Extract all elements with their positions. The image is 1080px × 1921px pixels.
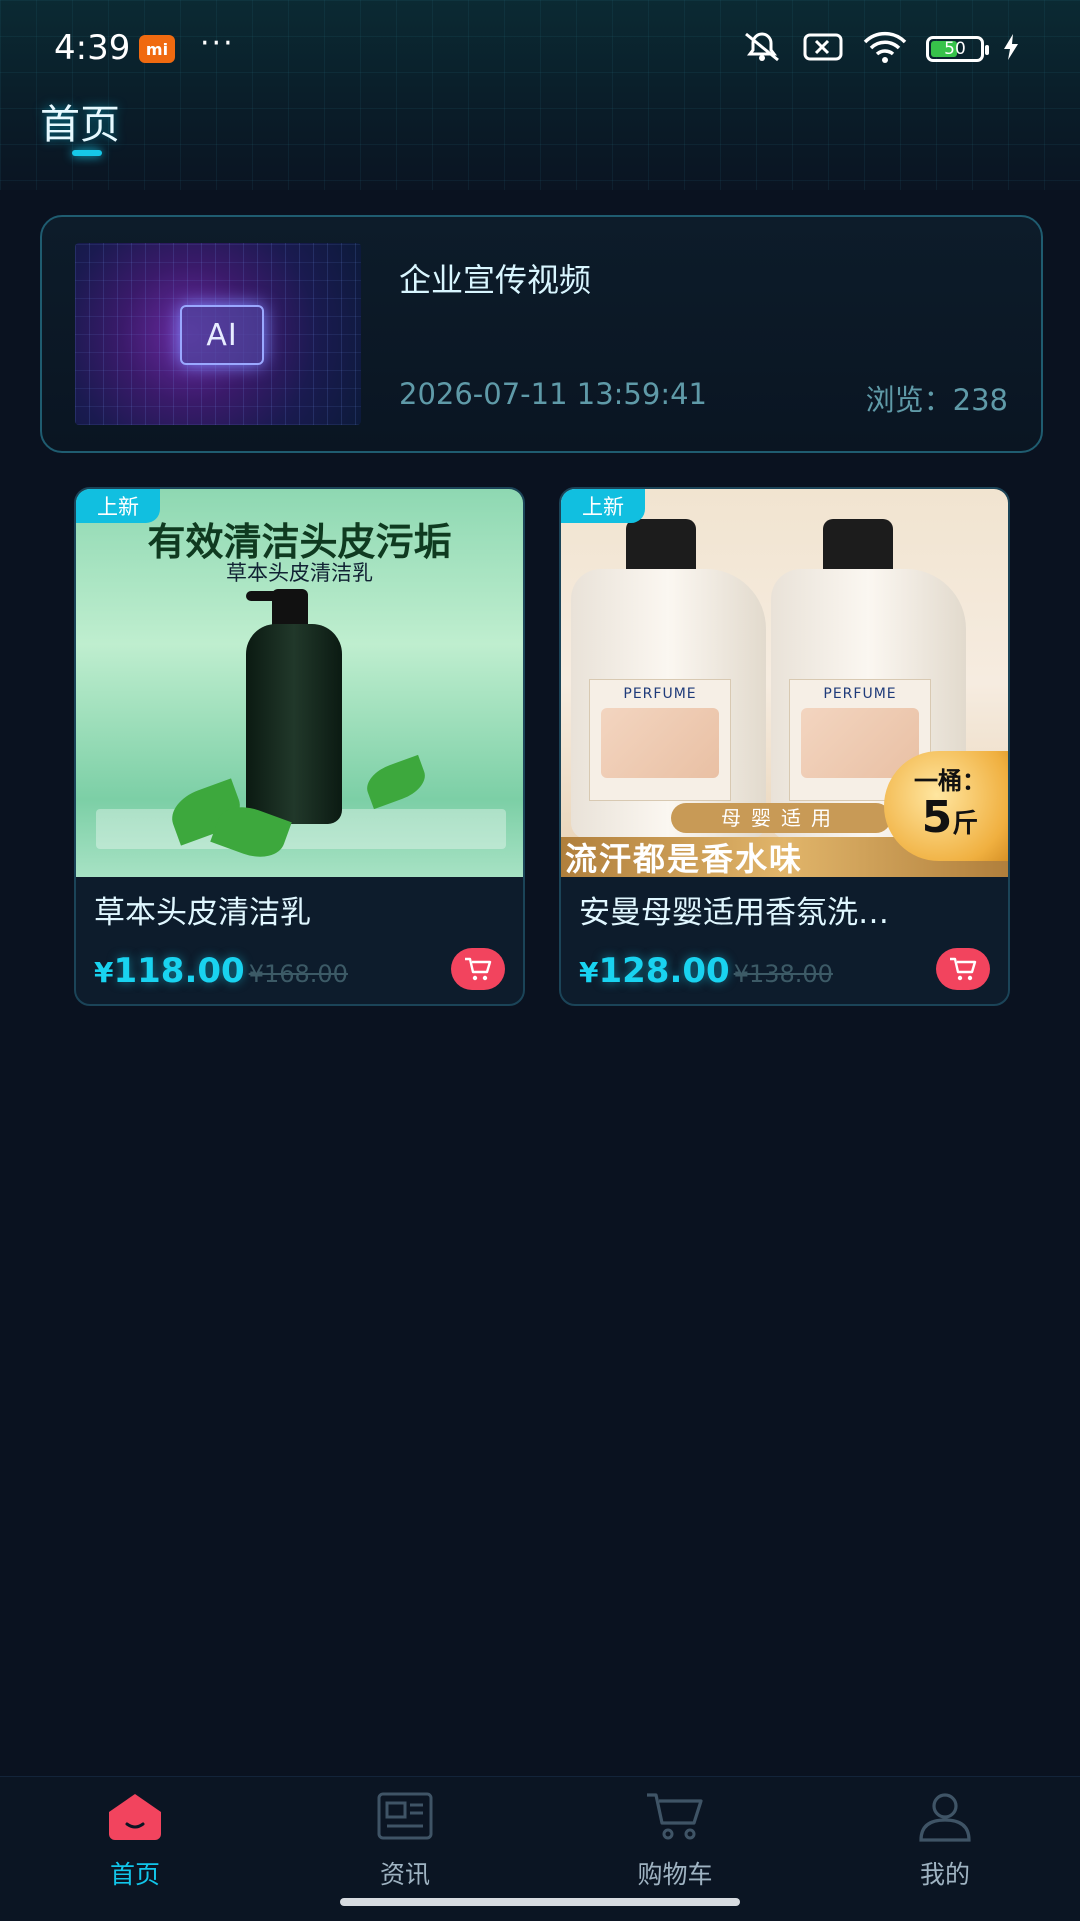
wifi-icon — [862, 30, 908, 68]
profile-icon — [914, 1787, 976, 1845]
news-icon — [374, 1787, 436, 1845]
cart-icon — [644, 1787, 706, 1845]
cart-icon — [465, 957, 492, 981]
price: 118.00 — [113, 951, 245, 991]
status-time: 4:39 — [54, 28, 131, 68]
home-icon — [104, 1787, 166, 1845]
product-image[interactable]: 上新 PERFUME PERFUME 母婴适用 流汗都是香水味 一桶： 5斤 — [561, 489, 1008, 877]
image-subline: 草本头皮清洁乳 — [226, 561, 373, 585]
image-strip: 母婴适用 — [671, 803, 891, 833]
page-title: 首页 — [40, 102, 120, 148]
video-title: 企业宣传视频 — [399, 261, 592, 299]
original-price: ¥168.00 — [248, 960, 348, 988]
jug-label-text: PERFUME — [823, 686, 897, 702]
status-icons: 50 — [740, 30, 1020, 68]
battery-level: 50 — [944, 39, 966, 59]
product-card[interactable]: 上新 有效清洁头皮污垢 草本头皮清洁乳 草本头皮清洁乳 ¥ 118.00 ¥16… — [74, 487, 525, 1006]
battery-icon: 50 — [926, 36, 989, 62]
video-thumbnail[interactable]: AI — [75, 243, 361, 425]
nav-item-news[interactable]: 资讯 — [305, 1777, 505, 1897]
mute-icon — [740, 30, 784, 68]
video-card[interactable]: AI 企业宣传视频 2026-07-11 13:59:41 浏览：238 — [40, 215, 1043, 453]
nav-item-cart[interactable]: 购物车 — [575, 1777, 775, 1897]
new-badge: 上新 — [561, 489, 645, 523]
price-row: ¥ 128.00 ¥138.00 — [579, 951, 833, 991]
price: 128.00 — [598, 951, 730, 991]
charging-icon — [1002, 33, 1020, 65]
nav-item-profile[interactable]: 我的 — [845, 1777, 1045, 1897]
no-sim-icon — [802, 32, 844, 66]
price-symbol: ¥ — [579, 956, 599, 989]
nav-label-news: 资讯 — [379, 1860, 430, 1889]
add-to-cart-button[interactable] — [451, 948, 505, 990]
weight-seal: 一桶： 5斤 — [884, 751, 1008, 861]
video-views: 浏览：238 — [865, 383, 1008, 417]
nav-label-cart: 购物车 — [637, 1860, 713, 1889]
nav-label-home: 首页 — [109, 1860, 160, 1889]
jug-label-text: PERFUME — [623, 686, 697, 702]
product-image[interactable]: 上新 有效清洁头皮污垢 草本头皮清洁乳 — [76, 489, 523, 877]
cart-icon — [950, 957, 977, 981]
title-underline — [72, 150, 102, 156]
nav-label-profile: 我的 — [919, 1860, 970, 1889]
leaf — [361, 754, 431, 810]
product-card[interactable]: 上新 PERFUME PERFUME 母婴适用 流汗都是香水味 一桶： 5斤 安… — [559, 487, 1010, 1006]
more-notifications-icon: ··· — [200, 26, 235, 61]
video-date: 2026-07-11 13:59:41 — [399, 377, 707, 411]
nav-item-home[interactable]: 首页 — [35, 1777, 235, 1897]
price-row: ¥ 118.00 ¥168.00 — [94, 951, 348, 991]
add-to-cart-button[interactable] — [936, 948, 990, 990]
detergent-jug: PERFUME — [571, 569, 766, 839]
mi-badge-icon: mi — [139, 35, 175, 63]
price-symbol: ¥ — [94, 956, 114, 989]
shampoo-bottle — [246, 624, 342, 824]
status-bar: 4:39 mi ··· 50 — [0, 0, 1080, 100]
product-name: 草本头皮清洁乳 — [94, 895, 311, 931]
new-badge: 上新 — [76, 489, 160, 523]
product-name: 安曼母婴适用香氛洗… — [579, 895, 889, 931]
home-indicator[interactable] — [340, 1898, 740, 1906]
original-price: ¥138.00 — [733, 960, 833, 988]
ai-chip-icon: AI — [180, 305, 264, 365]
